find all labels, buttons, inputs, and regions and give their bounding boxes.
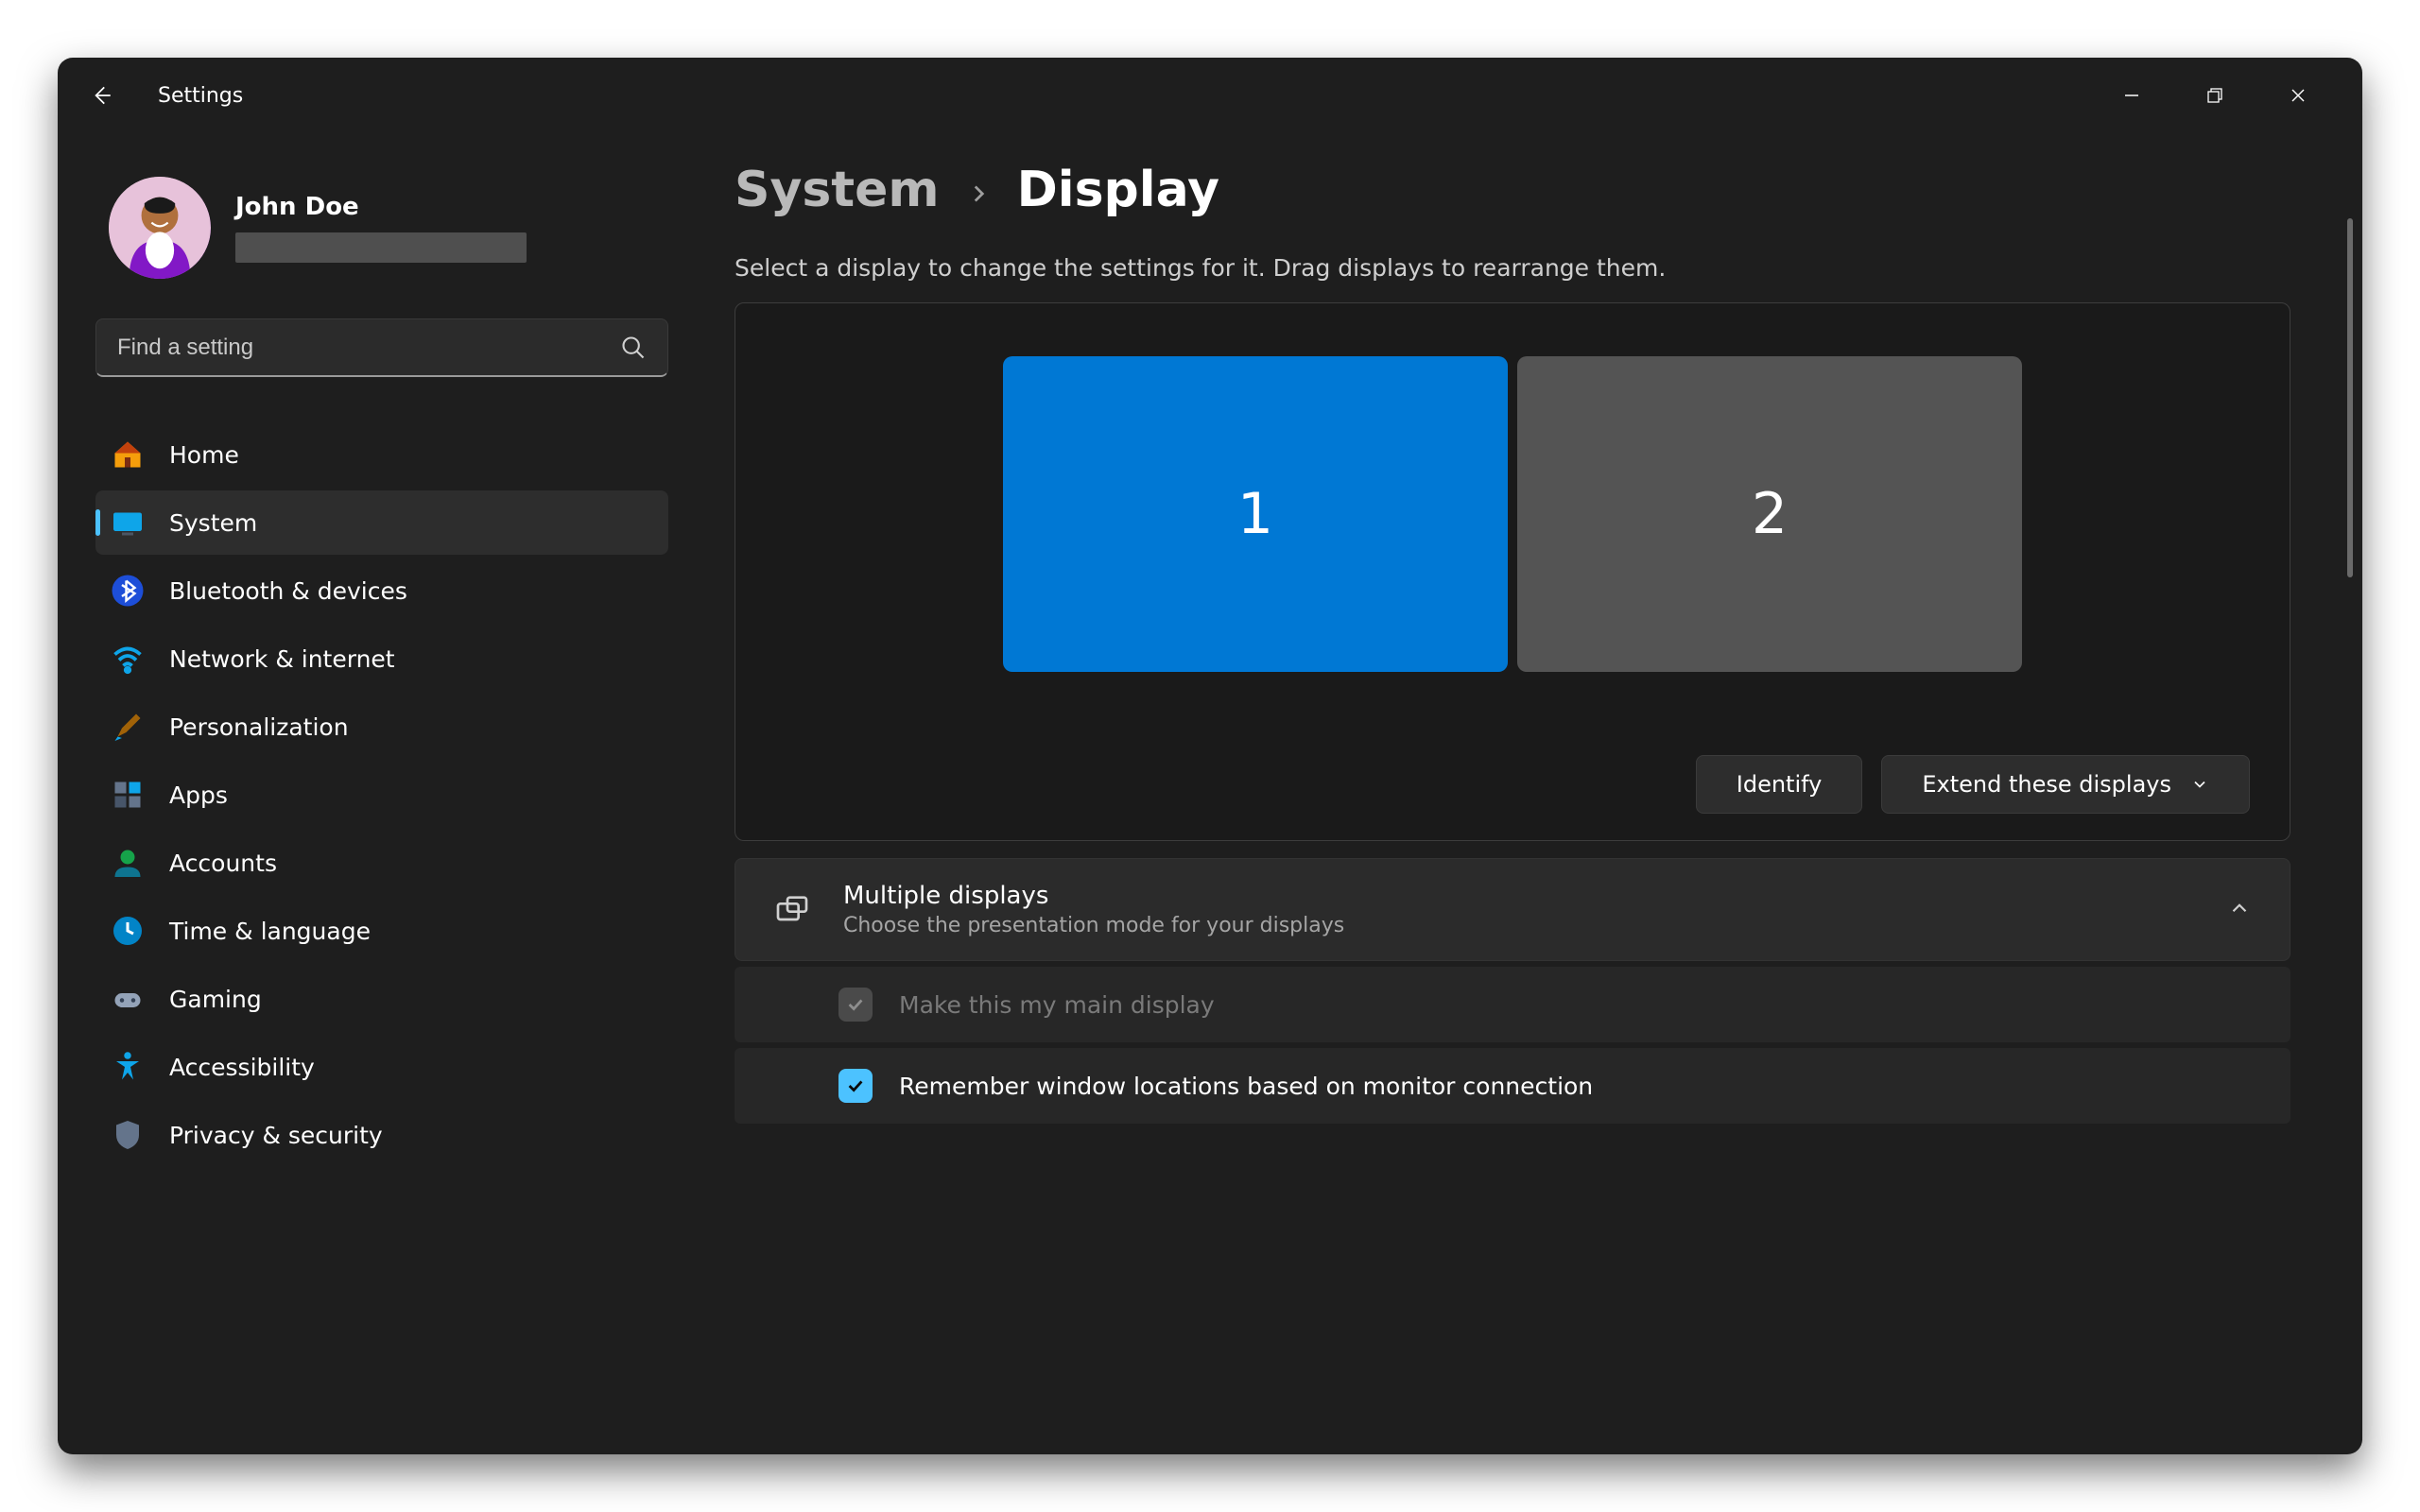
remember-locations-option[interactable]: Remember window locations based on monit…	[735, 1048, 2290, 1124]
app-title: Settings	[158, 84, 243, 108]
extend-displays-dropdown[interactable]: Extend these displays	[1881, 755, 2250, 814]
sidebar-item-label: Network & internet	[169, 645, 395, 673]
sidebar-item-accessibility[interactable]: Accessibility	[95, 1035, 668, 1099]
sidebar-item-label: Personalization	[169, 713, 349, 741]
sidebar-item-label: Gaming	[169, 986, 262, 1013]
user-name: John Doe	[235, 193, 527, 221]
minimize-icon	[2122, 86, 2141, 105]
main-display-checkbox	[838, 988, 873, 1022]
search-icon	[620, 335, 647, 361]
sidebar-item-system[interactable]: System	[95, 490, 668, 555]
close-icon	[2289, 86, 2308, 105]
multiple-displays-card: Multiple displays Choose the presentatio…	[735, 858, 2290, 961]
card-title: Multiple displays	[843, 882, 2195, 910]
option-label: Remember window locations based on monit…	[899, 1073, 1593, 1100]
back-button[interactable]	[80, 75, 122, 116]
paintbrush-icon	[111, 710, 145, 744]
titlebar: Settings	[58, 58, 2362, 133]
identify-button[interactable]: Identify	[1696, 755, 1863, 814]
sidebar-item-accounts[interactable]: Accounts	[95, 831, 668, 895]
monitors-area[interactable]: 1 2	[775, 356, 2250, 672]
maximize-icon	[2205, 86, 2224, 105]
sidebar-item-privacy[interactable]: Privacy & security	[95, 1103, 668, 1167]
card-subtitle: Choose the presentation mode for your di…	[843, 914, 2195, 937]
sidebar-item-label: Bluetooth & devices	[169, 577, 407, 605]
sidebar-item-label: Home	[169, 441, 239, 469]
sidebar-item-label: Time & language	[169, 918, 371, 945]
remember-locations-checkbox[interactable]	[838, 1069, 873, 1103]
sidebar: John Doe Home	[58, 133, 706, 1454]
user-block[interactable]: John Doe	[109, 177, 668, 279]
bluetooth-icon	[111, 574, 145, 608]
sidebar-item-network[interactable]: Network & internet	[95, 627, 668, 691]
accessibility-icon	[111, 1050, 145, 1084]
person-icon	[111, 846, 145, 880]
sidebar-item-home[interactable]: Home	[95, 422, 668, 487]
sidebar-item-label: Apps	[169, 782, 228, 809]
nav-list: Home System Bluetooth & devices	[95, 422, 668, 1167]
sidebar-item-time-language[interactable]: Time & language	[95, 899, 668, 963]
home-icon	[111, 438, 145, 472]
breadcrumb: System Display	[735, 162, 2290, 218]
chevron-up-icon	[2227, 896, 2252, 924]
gamepad-icon	[111, 982, 145, 1016]
monitor-1[interactable]: 1	[1003, 356, 1508, 672]
multiple-displays-header[interactable]: Multiple displays Choose the presentatio…	[735, 859, 2290, 960]
monitor-2[interactable]: 2	[1517, 356, 2022, 672]
sidebar-item-apps[interactable]: Apps	[95, 763, 668, 827]
check-icon	[845, 994, 866, 1015]
sidebar-item-gaming[interactable]: Gaming	[95, 967, 668, 1031]
apps-icon	[111, 778, 145, 812]
user-email-redacted	[235, 232, 527, 263]
avatar	[109, 177, 211, 279]
main-display-option: Make this my main display	[735, 967, 2290, 1042]
page-title: Display	[1017, 162, 1219, 218]
system-icon	[111, 506, 145, 540]
sidebar-item-personalization[interactable]: Personalization	[95, 695, 668, 759]
minimize-button[interactable]	[2090, 69, 2173, 122]
search-input[interactable]	[117, 335, 620, 361]
main-content: System Display Select a display to chang…	[706, 133, 2362, 1454]
option-label: Make this my main display	[899, 991, 1215, 1019]
displays-icon	[773, 891, 811, 929]
settings-window: Settings	[58, 58, 2362, 1454]
panel-actions: Identify Extend these displays	[775, 755, 2250, 814]
clock-globe-icon	[111, 914, 145, 948]
scrollbar[interactable]	[2347, 218, 2353, 577]
instruction-text: Select a display to change the settings …	[735, 254, 2290, 282]
check-icon	[845, 1075, 866, 1096]
sidebar-item-label: System	[169, 509, 257, 537]
shield-icon	[111, 1118, 145, 1152]
breadcrumb-parent[interactable]: System	[735, 162, 940, 218]
sidebar-item-label: Privacy & security	[169, 1122, 383, 1149]
arrow-left-icon	[89, 83, 113, 108]
sidebar-item-label: Accessibility	[169, 1054, 315, 1081]
window-controls	[2090, 69, 2340, 122]
wifi-icon	[111, 642, 145, 676]
sidebar-item-bluetooth[interactable]: Bluetooth & devices	[95, 558, 668, 623]
close-button[interactable]	[2256, 69, 2340, 122]
sidebar-item-label: Accounts	[169, 850, 277, 877]
chevron-down-icon	[2190, 775, 2209, 794]
maximize-button[interactable]	[2173, 69, 2256, 122]
display-arrangement-panel: 1 2 Identify Extend these displays	[735, 302, 2290, 841]
search-box[interactable]	[95, 318, 668, 377]
chevron-right-icon	[966, 181, 991, 210]
